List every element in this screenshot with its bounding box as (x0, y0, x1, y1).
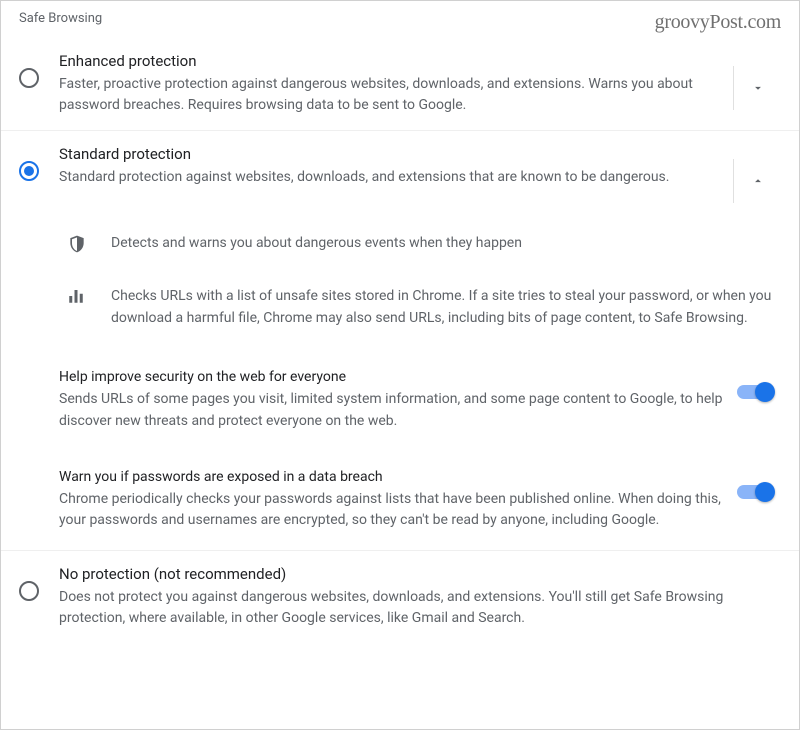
sub-option-title: Help improve security on the web for eve… (59, 369, 723, 385)
bar-chart-icon (67, 287, 85, 305)
toggle-improve-security[interactable] (737, 385, 773, 399)
radio-standard[interactable] (19, 161, 39, 181)
option-title: Standard protection (59, 145, 733, 163)
option-title: No protection (not recommended) (59, 565, 781, 583)
detail-warn: Detects and warns you about dangerous ev… (59, 217, 781, 270)
sub-option-title: Warn you if passwords are exposed in a d… (59, 469, 723, 485)
option-no-protection[interactable]: No protection (not recommended) Does not… (1, 551, 799, 643)
option-description: Faster, proactive protection against dan… (59, 74, 733, 116)
option-description: Does not protect you against dangerous w… (59, 587, 781, 629)
shield-icon (67, 234, 87, 254)
expand-enhanced-button[interactable] (733, 66, 781, 110)
sub-option-description: Chrome periodically checks your password… (59, 489, 723, 532)
sub-option-password-breach: Warn you if passwords are exposed in a d… (59, 451, 781, 550)
watermark-text: groovyPost.com (655, 11, 781, 34)
sub-option-improve-security: Help improve security on the web for eve… (59, 351, 781, 450)
detail-text: Detects and warns you about dangerous ev… (97, 233, 781, 255)
detail-urls: Checks URLs with a list of unsafe sites … (59, 270, 781, 341)
option-title: Enhanced protection (59, 52, 733, 70)
option-description: Standard protection against websites, do… (59, 167, 733, 188)
radio-no-protection[interactable] (19, 581, 39, 601)
standard-sub-options: Help improve security on the web for eve… (1, 351, 799, 551)
option-enhanced[interactable]: Enhanced protection Faster, proactive pr… (1, 38, 799, 131)
toggle-password-breach[interactable] (737, 485, 773, 499)
chevron-down-icon (751, 81, 765, 95)
radio-enhanced[interactable] (19, 68, 39, 88)
detail-text: Checks URLs with a list of unsafe sites … (97, 286, 781, 329)
sub-option-description: Sends URLs of some pages you visit, limi… (59, 389, 723, 432)
chevron-up-icon (751, 174, 765, 188)
standard-details: Detects and warns you about dangerous ev… (1, 217, 799, 341)
section-title: Safe Browsing (19, 11, 102, 26)
collapse-standard-button[interactable] (733, 159, 781, 203)
option-standard[interactable]: Standard protection Standard protection … (1, 131, 799, 217)
